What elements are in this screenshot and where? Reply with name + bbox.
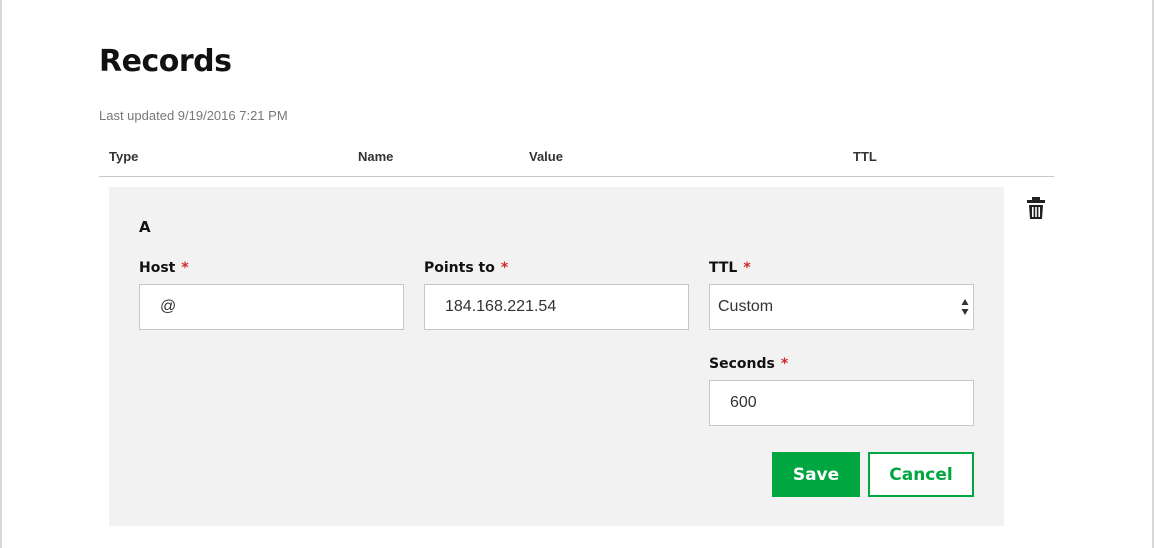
column-header-ttl: TTL: [853, 149, 877, 164]
points-to-label-text: Points to: [424, 260, 495, 276]
column-header-type: Type: [109, 149, 139, 164]
ttl-label: TTL *: [709, 260, 751, 276]
points-to-label: Points to *: [424, 260, 508, 276]
seconds-label: Seconds *: [709, 356, 788, 372]
ttl-select[interactable]: Custom: [709, 284, 974, 330]
delete-record-button[interactable]: [1025, 196, 1047, 220]
host-label-text: Host: [139, 260, 176, 276]
column-header-name: Name: [358, 149, 394, 164]
record-type: A: [139, 218, 151, 236]
seconds-label-text: Seconds: [709, 356, 775, 372]
host-input[interactable]: [139, 284, 404, 330]
trash-icon: [1027, 197, 1045, 219]
required-marker: *: [743, 260, 751, 276]
cancel-button[interactable]: Cancel: [868, 452, 974, 497]
required-marker: *: [181, 260, 189, 276]
ttl-label-text: TTL: [709, 260, 738, 276]
select-arrows-icon: [961, 299, 969, 315]
page-frame-right: [1152, 0, 1154, 548]
records-table-header: Type Name Value TTL: [99, 146, 1054, 177]
required-marker: *: [780, 356, 789, 372]
page-frame-left: [0, 0, 2, 548]
points-to-input[interactable]: [424, 284, 689, 330]
ttl-selected-value: Custom: [718, 298, 774, 315]
last-updated-text: Last updated 9/19/2016 7:21 PM: [99, 108, 288, 123]
page-title: Records: [99, 44, 232, 79]
column-header-value: Value: [529, 149, 563, 164]
required-marker: *: [500, 260, 509, 276]
seconds-input[interactable]: [709, 380, 974, 426]
save-button[interactable]: Save: [772, 452, 860, 497]
host-label: Host *: [139, 260, 189, 276]
